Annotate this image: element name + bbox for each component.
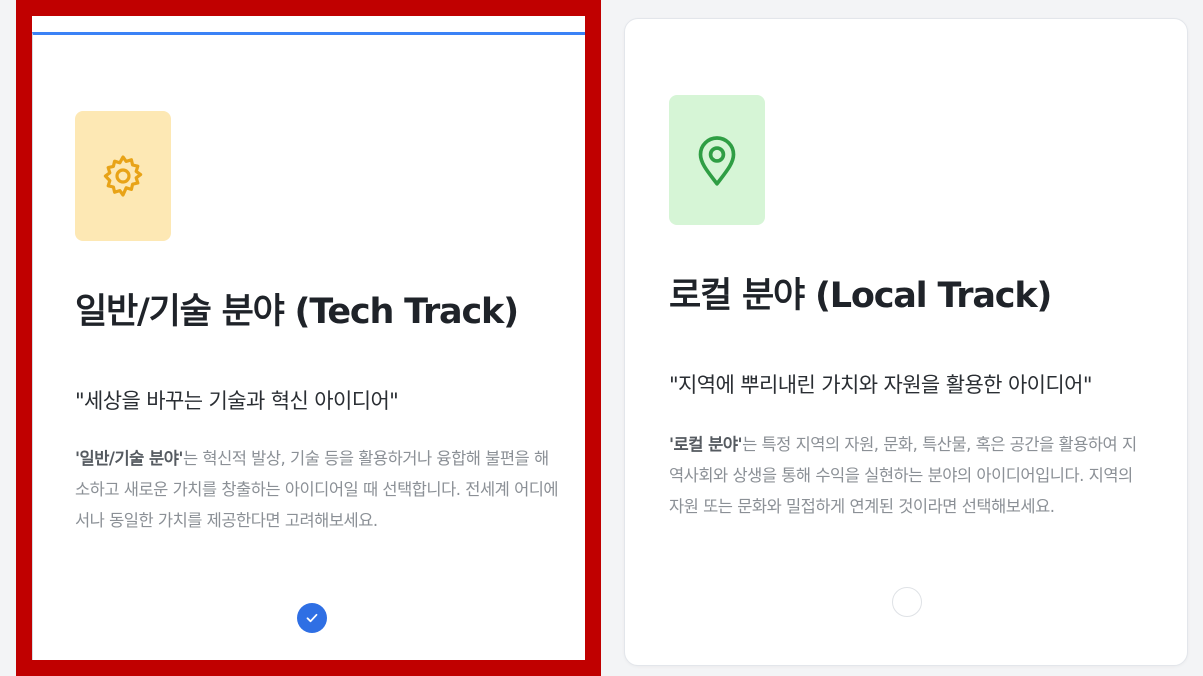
local-track-radio-unchecked[interactable] bbox=[892, 587, 922, 617]
local-track-description-bold: '로컬 분야' bbox=[669, 435, 743, 454]
local-icon-box bbox=[669, 95, 765, 225]
gear-icon bbox=[103, 155, 143, 197]
checkmark-icon bbox=[306, 613, 318, 623]
tech-track-description-bold: '일반/기술 분야' bbox=[75, 449, 183, 468]
local-track-tagline: "지역에 뿌리내린 가치와 자원을 활용한 아이디어" bbox=[669, 373, 1093, 397]
tech-icon-box bbox=[75, 111, 171, 241]
tech-track-title: 일반/기술 분야 (Tech Track) bbox=[75, 292, 519, 332]
tech-track-radio-checked[interactable] bbox=[297, 603, 327, 633]
tech-track-card-body: 일반/기술 분야 (Tech Track) "세상을 바꾸는 기술과 혁신 아이… bbox=[32, 32, 585, 660]
location-pin-icon bbox=[698, 136, 736, 186]
tech-track-card[interactable]: 일반/기술 분야 (Tech Track) "세상을 바꾸는 기술과 혁신 아이… bbox=[16, 0, 601, 676]
local-track-title: 로컬 분야 (Local Track) bbox=[669, 276, 1052, 316]
tech-track-tagline: "세상을 바꾸는 기술과 혁신 아이디어" bbox=[75, 389, 399, 413]
tech-track-description: '일반/기술 분야'는 혁신적 발상, 기술 등을 활용하거나 융합해 불편을 … bbox=[75, 443, 559, 536]
local-track-description: '로컬 분야'는 특정 지역의 자원, 문화, 특산물, 혹은 공간을 활용하여… bbox=[669, 429, 1145, 522]
local-track-card[interactable]: 로컬 분야 (Local Track) "지역에 뿌리내린 가치와 자원을 활용… bbox=[624, 18, 1188, 666]
